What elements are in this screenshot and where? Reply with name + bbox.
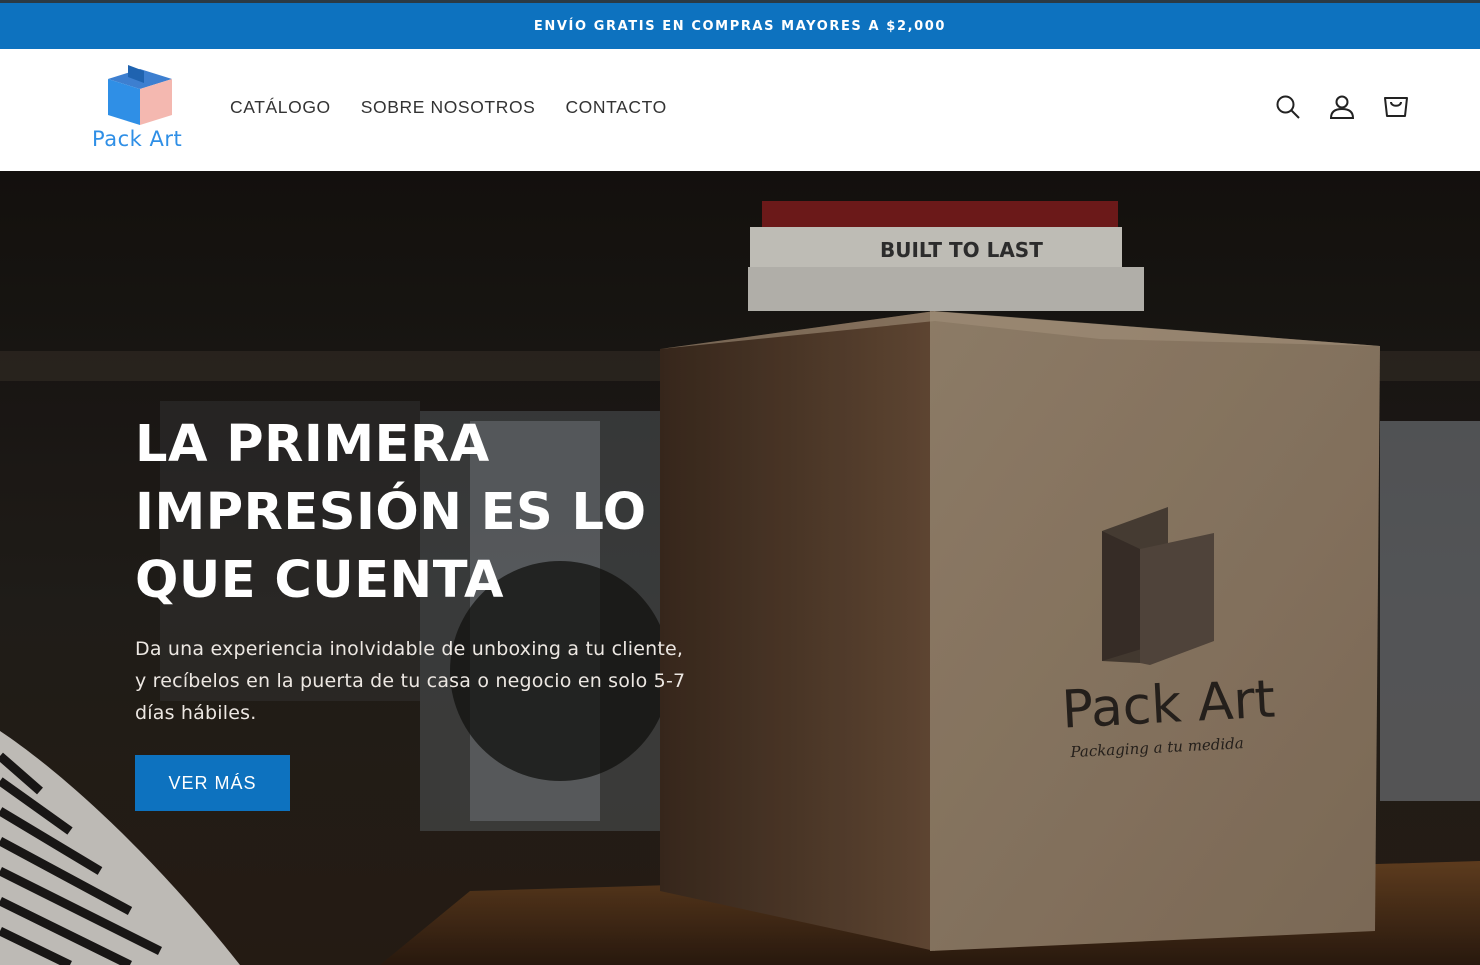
header-icons [1274,93,1410,121]
site-header: Pack Art CATÁLOGO SOBRE NOSOTROS CONTACT… [0,49,1480,171]
hero-content: LA PRIMERA IMPRESIÓN ES LO QUE CUENTA Da… [135,411,695,811]
announcement-text: ENVÍO GRATIS EN COMPRAS MAYORES A $2,000 [533,18,947,34]
hero-title: LA PRIMERA IMPRESIÓN ES LO QUE CUENTA [135,411,695,615]
hero-banner: BUILT TO LAST Pack Art Packaging a tu me… [0,171,1480,965]
logo[interactable]: Pack Art [88,63,188,159]
hero-subtitle: Da una experiencia inolvidable de unboxi… [135,638,686,724]
main-nav: CATÁLOGO SOBRE NOSOTROS CONTACTO [230,97,667,118]
hero-title-line: QUE CUENTA [135,551,505,610]
logo-cube-icon [108,65,172,125]
nav-contacto[interactable]: CONTACTO [565,97,666,118]
account-icon[interactable] [1328,93,1356,121]
nav-catalogo[interactable]: CATÁLOGO [230,97,331,118]
cart-icon[interactable] [1382,93,1410,121]
hero-title-line: LA PRIMERA [135,415,490,474]
search-icon[interactable] [1274,93,1302,121]
logo-text: Pack Art [92,127,183,151]
ver-mas-button[interactable]: VER MÁS [135,755,290,811]
announcement-bar: ENVÍO GRATIS EN COMPRAS MAYORES A $2,000 [0,0,1480,49]
nav-sobre-nosotros[interactable]: SOBRE NOSOTROS [361,97,536,118]
hero-title-line: IMPRESIÓN ES LO [135,483,647,542]
